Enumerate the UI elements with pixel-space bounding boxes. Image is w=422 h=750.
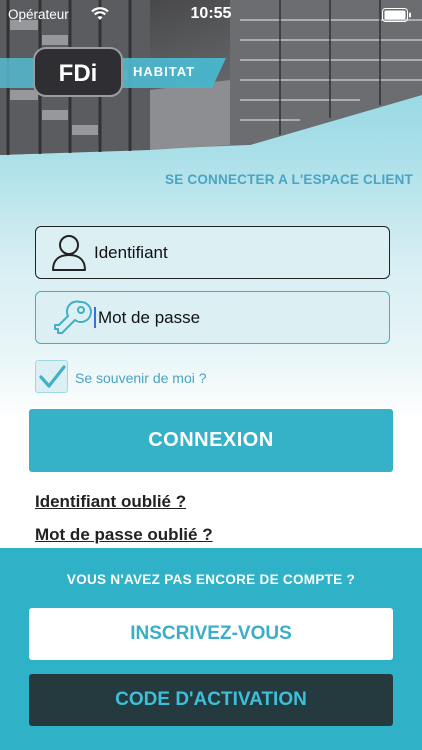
connexion-button[interactable]: CONNEXION (29, 409, 393, 472)
fdi-logo: FDi (33, 47, 123, 97)
brand-label: HABITAT (133, 64, 196, 79)
username-placeholder: Identifiant (94, 243, 168, 262)
no-account-prompt: VOUS N'AVEZ PAS ENCORE DE COMPTE ? (66, 572, 356, 587)
forgot-password-link[interactable]: Mot de passe oublié ? (35, 525, 213, 545)
status-bar: Opérateur 10:55 (0, 0, 422, 30)
key-icon (54, 300, 92, 334)
battery-icon (382, 8, 411, 22)
password-placeholder: Mot de passe (98, 308, 201, 327)
checkmark-icon (39, 365, 66, 388)
login-title: SE CONNECTER A L'ESPACE CLIENT (165, 172, 413, 187)
register-button[interactable]: INSCRIVEZ-VOUS (29, 608, 393, 660)
clock-time: 10:55 (190, 5, 232, 22)
svg-text:FDi: FDi (59, 60, 98, 87)
forgot-username-link[interactable]: Identifiant oublié ? (35, 492, 186, 512)
activation-code-button[interactable]: CODE D'ACTIVATION (29, 674, 393, 726)
user-icon (52, 235, 86, 271)
text-caret (94, 307, 96, 328)
login-screen: Opérateur 10:55 HABITAT FDi SE CONNECTER… (0, 0, 422, 750)
remember-checkbox[interactable] (35, 360, 68, 393)
password-field[interactable]: Mot de passe (35, 291, 390, 344)
username-field[interactable]: Identifiant (35, 226, 390, 279)
remember-label[interactable]: Se souvenir de moi ? (75, 370, 207, 386)
